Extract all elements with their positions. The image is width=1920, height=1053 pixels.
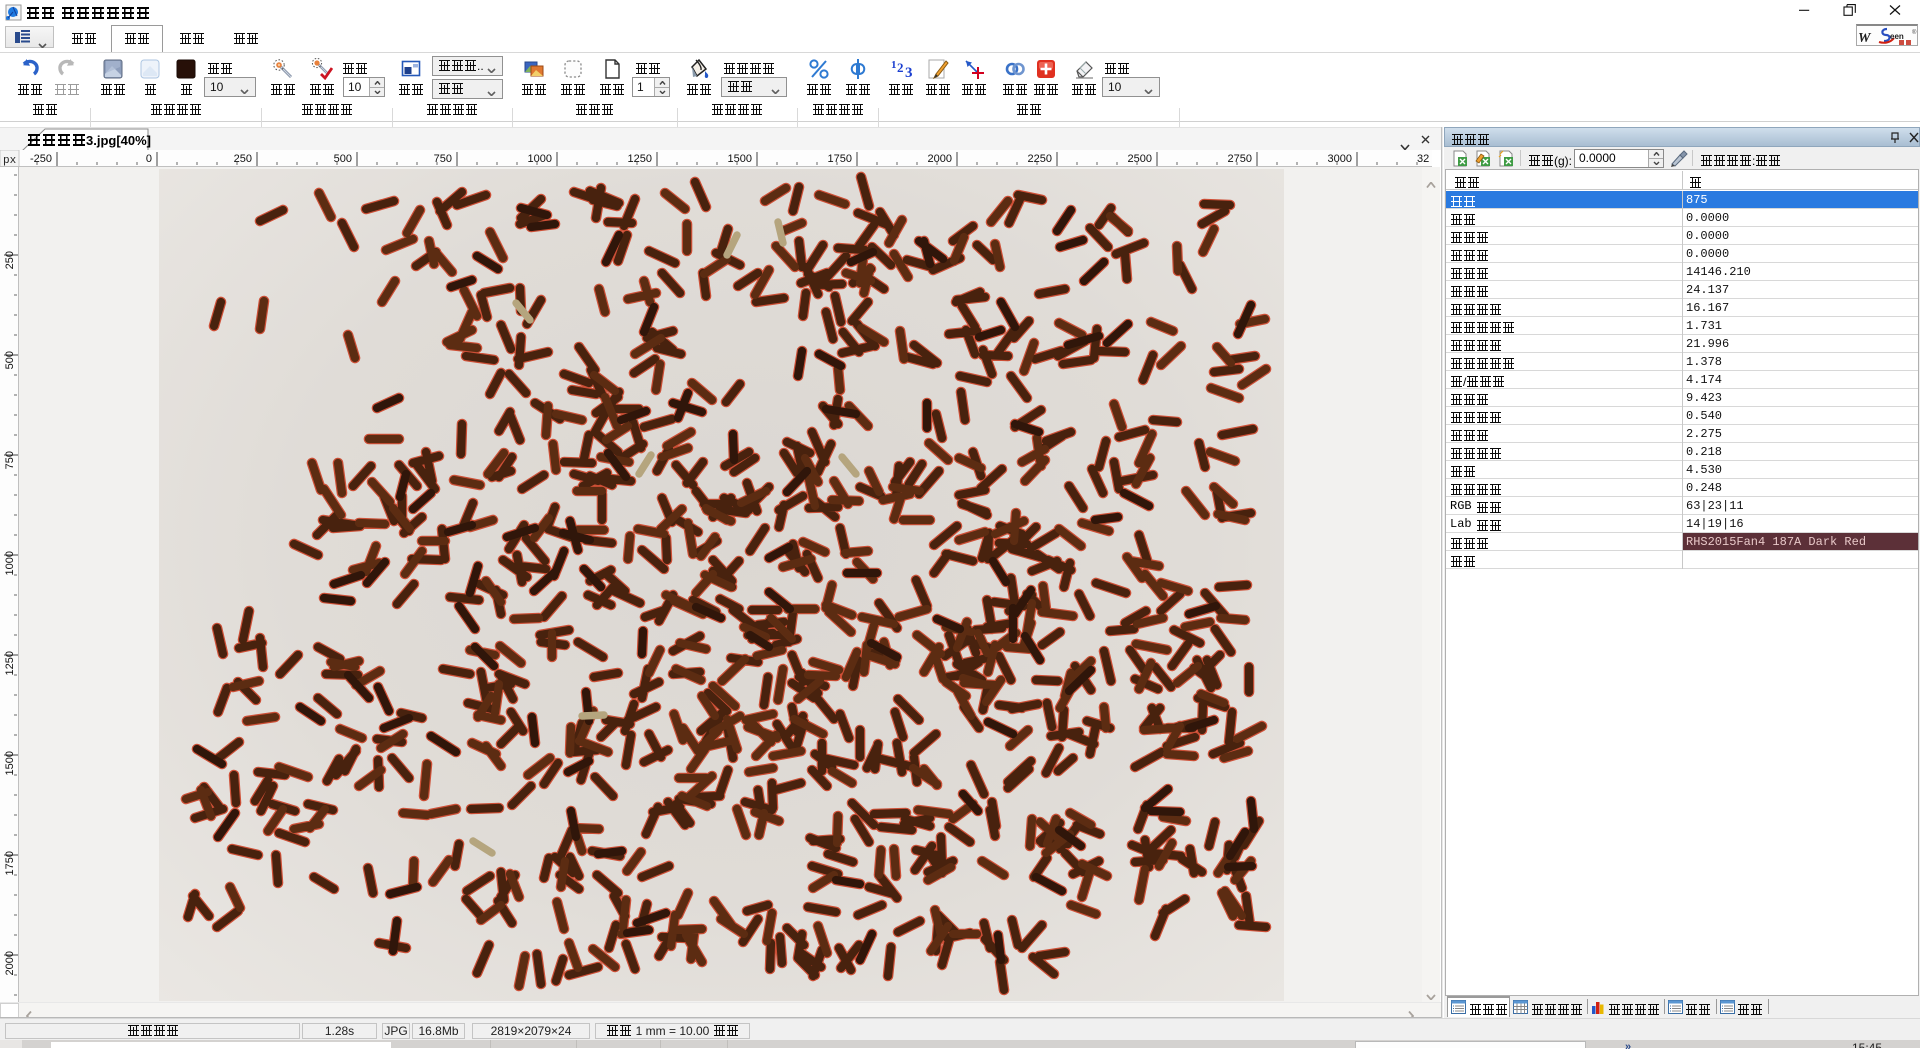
svg-text:250: 250 xyxy=(4,251,16,269)
svg-text:®: ® xyxy=(1912,29,1917,36)
svg-text:W: W xyxy=(1858,31,1872,46)
svg-text:1000: 1000 xyxy=(528,153,552,165)
svg-text:750: 750 xyxy=(434,153,452,165)
svg-text:px: px xyxy=(3,155,17,167)
svg-text:1750: 1750 xyxy=(828,153,852,165)
svg-text:2750: 2750 xyxy=(1228,153,1252,165)
svg-text:2250: 2250 xyxy=(1028,153,1052,165)
svg-text:500: 500 xyxy=(4,351,16,369)
svg-text:1250: 1250 xyxy=(628,153,652,165)
svg-text:2000: 2000 xyxy=(928,153,952,165)
svg-text:2000: 2000 xyxy=(4,951,16,975)
svg-text:1000: 1000 xyxy=(4,551,16,575)
svg-text:0: 0 xyxy=(146,153,152,165)
svg-text:1250: 1250 xyxy=(4,651,16,675)
svg-text:1750: 1750 xyxy=(4,851,16,875)
svg-text:2: 2 xyxy=(897,60,904,75)
svg-text:-250: -250 xyxy=(30,153,52,165)
svg-text:3: 3 xyxy=(905,65,913,80)
svg-text:1: 1 xyxy=(891,59,897,71)
svg-text:1500: 1500 xyxy=(728,153,752,165)
svg-text:32: 32 xyxy=(1417,153,1429,165)
svg-text:250: 250 xyxy=(234,153,252,165)
svg-text:3000: 3000 xyxy=(1328,153,1352,165)
svg-text:2500: 2500 xyxy=(1128,153,1152,165)
svg-text:een: een xyxy=(1890,32,1904,41)
svg-text:500: 500 xyxy=(334,153,352,165)
svg-text:1500: 1500 xyxy=(4,751,16,775)
svg-text:750: 750 xyxy=(4,451,16,469)
